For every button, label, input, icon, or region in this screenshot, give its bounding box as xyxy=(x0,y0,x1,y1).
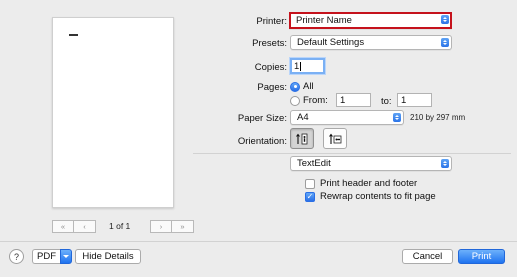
paper-size-popup[interactable]: A4 xyxy=(290,110,404,125)
pages-range-radio[interactable]: From: xyxy=(290,95,328,106)
pages-all-radio[interactable]: All xyxy=(290,81,314,92)
page-counter: 1 of 1 xyxy=(109,221,131,231)
text-caret xyxy=(300,61,302,71)
help-button[interactable]: ? xyxy=(9,249,24,264)
hide-details-button[interactable]: Hide Details xyxy=(75,249,141,264)
rewrap-contents-checkbox[interactable]: ✓ Rewrap contents to fit page xyxy=(305,191,436,202)
radio-unselected-icon xyxy=(290,95,300,106)
chevron-down-icon xyxy=(60,249,72,264)
print-button[interactable]: Print xyxy=(458,249,505,264)
pages-from-label: From: xyxy=(303,95,328,106)
pages-all-label: All xyxy=(303,81,314,92)
cancel-button[interactable]: Cancel xyxy=(402,249,453,264)
last-page-button[interactable]: » xyxy=(172,220,194,233)
popup-stepper-icon xyxy=(393,113,401,122)
print-header-footer-label: Print header and footer xyxy=(320,178,418,189)
first-page-button[interactable]: « xyxy=(52,220,74,233)
popup-stepper-icon xyxy=(441,159,449,168)
printer-label: Printer: xyxy=(256,16,287,27)
orientation-landscape-button[interactable] xyxy=(323,128,347,149)
app-section-popup[interactable]: TextEdit xyxy=(290,156,452,171)
paper-dimensions: 210 by 297 mm xyxy=(410,113,466,122)
portrait-person-icon xyxy=(296,133,308,144)
popup-stepper-icon xyxy=(441,38,449,47)
next-page-button[interactable]: › xyxy=(150,220,172,233)
pages-label: Pages: xyxy=(257,82,287,93)
section-divider xyxy=(193,153,511,154)
printer-popup[interactable]: Printer Name xyxy=(289,12,452,29)
preview-nav-forward-group: › » xyxy=(150,220,194,233)
pdf-menu-button[interactable]: PDF xyxy=(32,249,72,264)
paper-size-label: Paper Size: xyxy=(237,113,287,124)
copies-label: Copies: xyxy=(254,62,287,73)
copies-value: 1 xyxy=(294,60,300,72)
checkbox-checked-icon: ✓ xyxy=(305,191,315,202)
preview-nav-back-group: « ‹ xyxy=(52,220,96,233)
orientation-label: Orientation: xyxy=(237,136,287,147)
pages-to-label: to: xyxy=(381,96,392,107)
presets-popup[interactable]: Default Settings xyxy=(290,35,452,50)
landscape-person-icon xyxy=(329,133,342,144)
print-header-footer-checkbox[interactable]: Print header and footer xyxy=(305,178,417,189)
paper-size-value: A4 xyxy=(297,112,309,123)
footer-divider xyxy=(0,241,517,242)
help-question-icon: ? xyxy=(13,251,19,262)
pages-from-field[interactable]: 1 xyxy=(336,93,371,107)
rewrap-contents-label: Rewrap contents to fit page xyxy=(320,191,436,202)
previous-page-button[interactable]: ‹ xyxy=(74,220,96,233)
radio-selected-icon xyxy=(290,81,300,92)
print-preview-page xyxy=(52,17,174,208)
copies-field[interactable]: 1 xyxy=(290,58,325,74)
presets-label: Presets: xyxy=(252,38,287,49)
pages-to-value: 1 xyxy=(401,94,407,106)
app-section-value: TextEdit xyxy=(297,158,331,169)
pdf-label: PDF xyxy=(32,249,60,264)
presets-value: Default Settings xyxy=(297,37,365,48)
pages-from-value: 1 xyxy=(340,94,346,106)
preview-text-snippet xyxy=(69,34,78,36)
checkbox-unchecked-icon xyxy=(305,178,315,189)
pages-to-field[interactable]: 1 xyxy=(397,93,432,107)
orientation-portrait-button[interactable] xyxy=(290,128,314,149)
popup-stepper-icon xyxy=(441,15,449,24)
printer-value: Printer Name xyxy=(296,15,352,26)
